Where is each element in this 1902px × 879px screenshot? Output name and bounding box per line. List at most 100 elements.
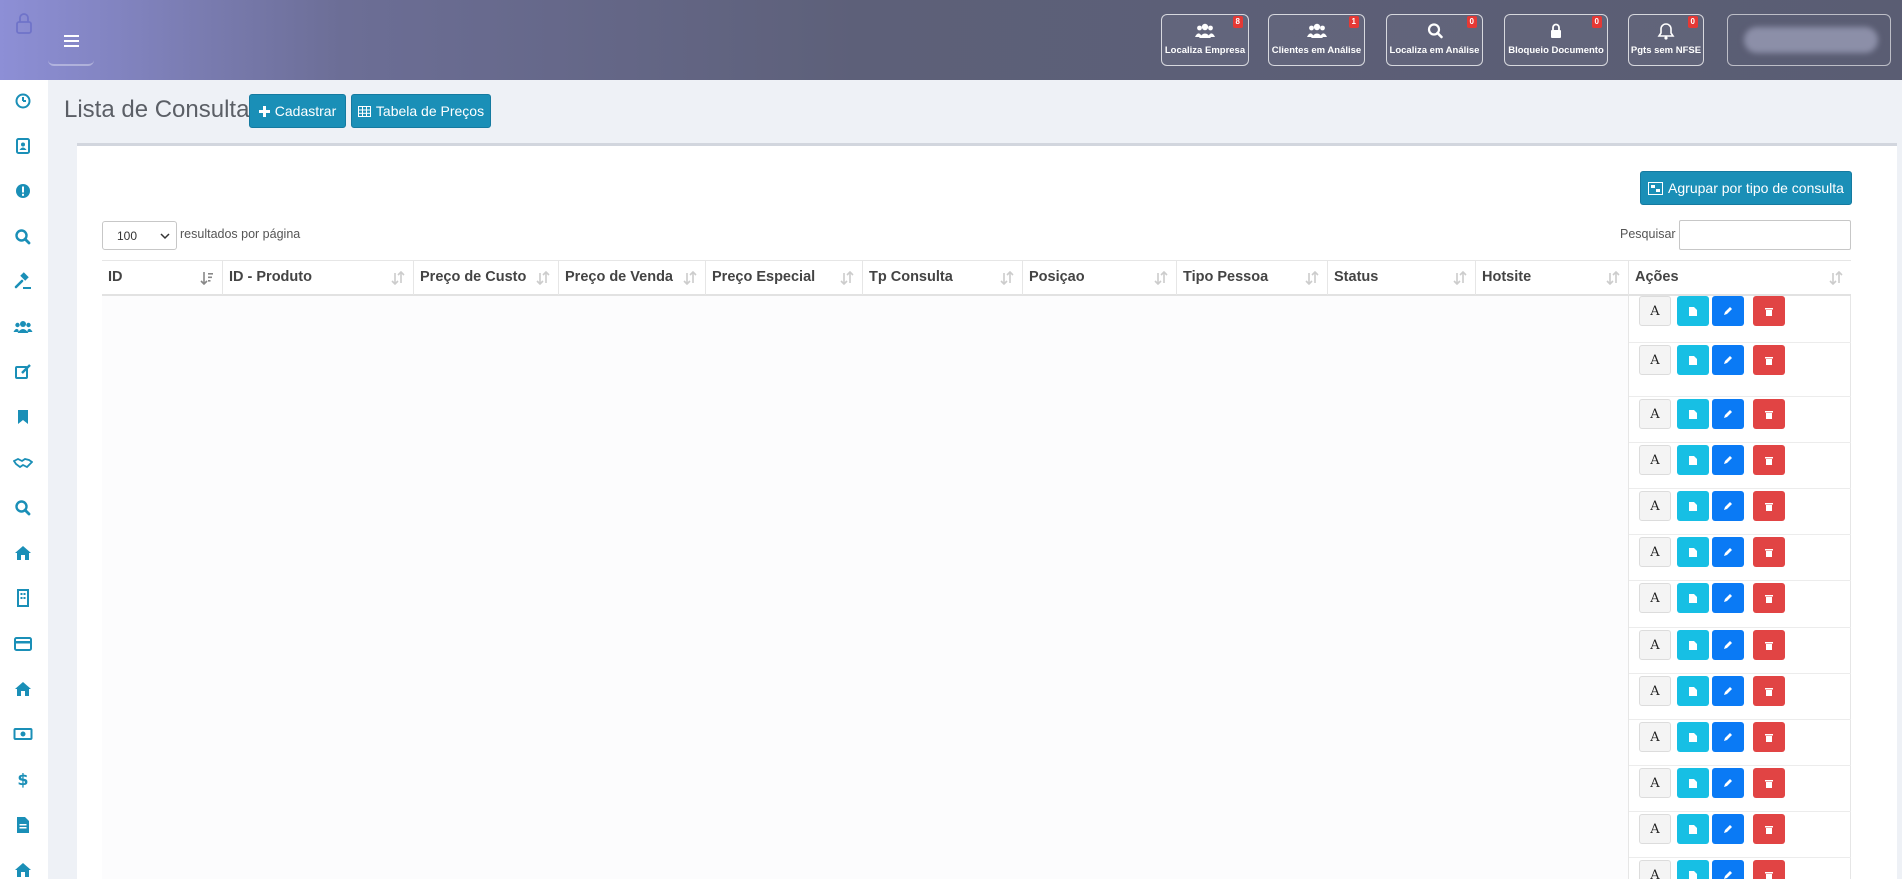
agrupar-por-tipo-button[interactable]: Agrupar por tipo de consulta [1640, 171, 1852, 205]
action-a-button[interactable]: A [1639, 345, 1671, 375]
delete-button[interactable] [1753, 676, 1785, 706]
users-icon[interactable] [13, 317, 33, 337]
edit-button[interactable] [1712, 676, 1744, 706]
contact-card-icon[interactable] [13, 136, 33, 156]
column-header-hotsite[interactable]: Hotsite [1475, 261, 1628, 295]
action-a-button[interactable]: A [1639, 296, 1671, 326]
edit-button[interactable] [1712, 537, 1744, 567]
edit-button[interactable] [1712, 860, 1744, 879]
edit-button[interactable] [1712, 345, 1744, 375]
action-a-button[interactable]: A [1639, 399, 1671, 429]
credit-card-icon[interactable] [13, 634, 33, 654]
edit-button[interactable] [1712, 583, 1744, 613]
edit-icon[interactable] [13, 362, 33, 382]
alert-icon[interactable] [13, 181, 33, 201]
view-document-button[interactable] [1677, 399, 1709, 429]
delete-button[interactable] [1753, 296, 1785, 326]
view-document-button[interactable] [1677, 345, 1709, 375]
delete-button[interactable] [1753, 345, 1785, 375]
column-header-preco-custo[interactable]: Preço de Custo [413, 261, 558, 295]
file-icon[interactable] [13, 815, 33, 835]
sort-icon [536, 271, 550, 285]
search-input[interactable] [1679, 220, 1851, 250]
edit-button[interactable] [1712, 814, 1744, 844]
column-header-tp-consulta[interactable]: Tp Consulta [862, 261, 1022, 295]
column-header-id[interactable]: ID [102, 261, 222, 295]
file-icon [1689, 778, 1697, 788]
search-icon[interactable] [13, 227, 33, 247]
delete-button[interactable] [1753, 537, 1785, 567]
money-icon[interactable] [13, 724, 33, 744]
column-header-tipo-pessoa[interactable]: Tipo Pessoa [1176, 261, 1327, 295]
view-document-button[interactable] [1677, 445, 1709, 475]
edit-button[interactable] [1712, 296, 1744, 326]
action-a-button[interactable]: A [1639, 630, 1671, 660]
column-header-preco-especial[interactable]: Preço Especial [705, 261, 862, 295]
localiza-em-analise-button[interactable]: 0 Localiza em Análise [1386, 14, 1483, 66]
user-menu[interactable] [1727, 14, 1891, 66]
bookmark-icon[interactable] [13, 407, 33, 427]
trash-icon [1765, 779, 1773, 788]
delete-button[interactable] [1753, 630, 1785, 660]
bloqueio-documento-button[interactable]: 0 Bloqueio Documento [1504, 14, 1608, 66]
view-document-button[interactable] [1677, 722, 1709, 752]
clientes-em-analise-button[interactable]: 1 Clientes em Análise [1268, 14, 1365, 66]
home-icon[interactable] [13, 679, 33, 699]
action-a-button[interactable]: A [1639, 676, 1671, 706]
notification-badge: 0 [1687, 16, 1698, 28]
cadastrar-button[interactable]: Cadastrar [249, 94, 346, 128]
delete-button[interactable] [1753, 722, 1785, 752]
edit-button[interactable] [1712, 768, 1744, 798]
action-a-button[interactable]: A [1639, 722, 1671, 752]
table-row: A [1629, 858, 1851, 879]
action-a-button[interactable]: A [1639, 768, 1671, 798]
delete-button[interactable] [1753, 445, 1785, 475]
localiza-empresa-button[interactable]: 8 Localiza Empresa [1161, 14, 1249, 66]
action-a-button[interactable]: A [1639, 583, 1671, 613]
view-document-button[interactable] [1677, 630, 1709, 660]
view-document-button[interactable] [1677, 296, 1709, 326]
building-icon[interactable] [13, 588, 33, 608]
column-header-preco-venda[interactable]: Preço de Venda [558, 261, 705, 295]
view-document-button[interactable] [1677, 676, 1709, 706]
handshake-icon[interactable] [13, 453, 33, 473]
column-header-status[interactable]: Status [1327, 261, 1475, 295]
gavel-icon[interactable] [13, 272, 33, 292]
edit-button[interactable] [1712, 399, 1744, 429]
view-document-button[interactable] [1677, 860, 1709, 879]
menu-toggle-button[interactable] [48, 18, 94, 66]
view-document-button[interactable] [1677, 537, 1709, 567]
tabela-de-precos-button[interactable]: Tabela de Preços [351, 94, 491, 128]
delete-button[interactable] [1753, 399, 1785, 429]
edit-button[interactable] [1712, 445, 1744, 475]
search-icon[interactable] [13, 498, 33, 518]
delete-button[interactable] [1753, 583, 1785, 613]
delete-button[interactable] [1753, 768, 1785, 798]
column-header-id-produto[interactable]: ID - Produto [222, 261, 413, 295]
pgts-sem-nfse-button[interactable]: 0 Pgts sem NFSE [1628, 14, 1704, 66]
column-header-posicao[interactable]: Posiçao [1022, 261, 1176, 295]
view-document-button[interactable] [1677, 583, 1709, 613]
dollar-icon[interactable]: $ [13, 769, 33, 789]
action-a-button[interactable]: A [1639, 814, 1671, 844]
view-document-button[interactable] [1677, 768, 1709, 798]
delete-button[interactable] [1753, 491, 1785, 521]
edit-button[interactable] [1712, 491, 1744, 521]
action-a-button[interactable]: A [1639, 537, 1671, 567]
view-document-button[interactable] [1677, 491, 1709, 521]
action-a-button[interactable]: A [1639, 491, 1671, 521]
dashboard-icon[interactable] [13, 91, 33, 111]
edit-button[interactable] [1712, 630, 1744, 660]
home-icon[interactable] [13, 543, 33, 563]
delete-button[interactable] [1753, 860, 1785, 879]
pencil-icon [1724, 871, 1732, 879]
edit-button[interactable] [1712, 722, 1744, 752]
column-header-acoes[interactable]: Ações [1628, 261, 1851, 295]
page-length-select[interactable]: 100 [102, 221, 177, 250]
view-document-button[interactable] [1677, 814, 1709, 844]
delete-button[interactable] [1753, 814, 1785, 844]
action-a-button[interactable]: A [1639, 860, 1671, 879]
action-a-button[interactable]: A [1639, 445, 1671, 475]
trash-icon [1765, 410, 1773, 419]
home-icon[interactable] [13, 860, 33, 879]
